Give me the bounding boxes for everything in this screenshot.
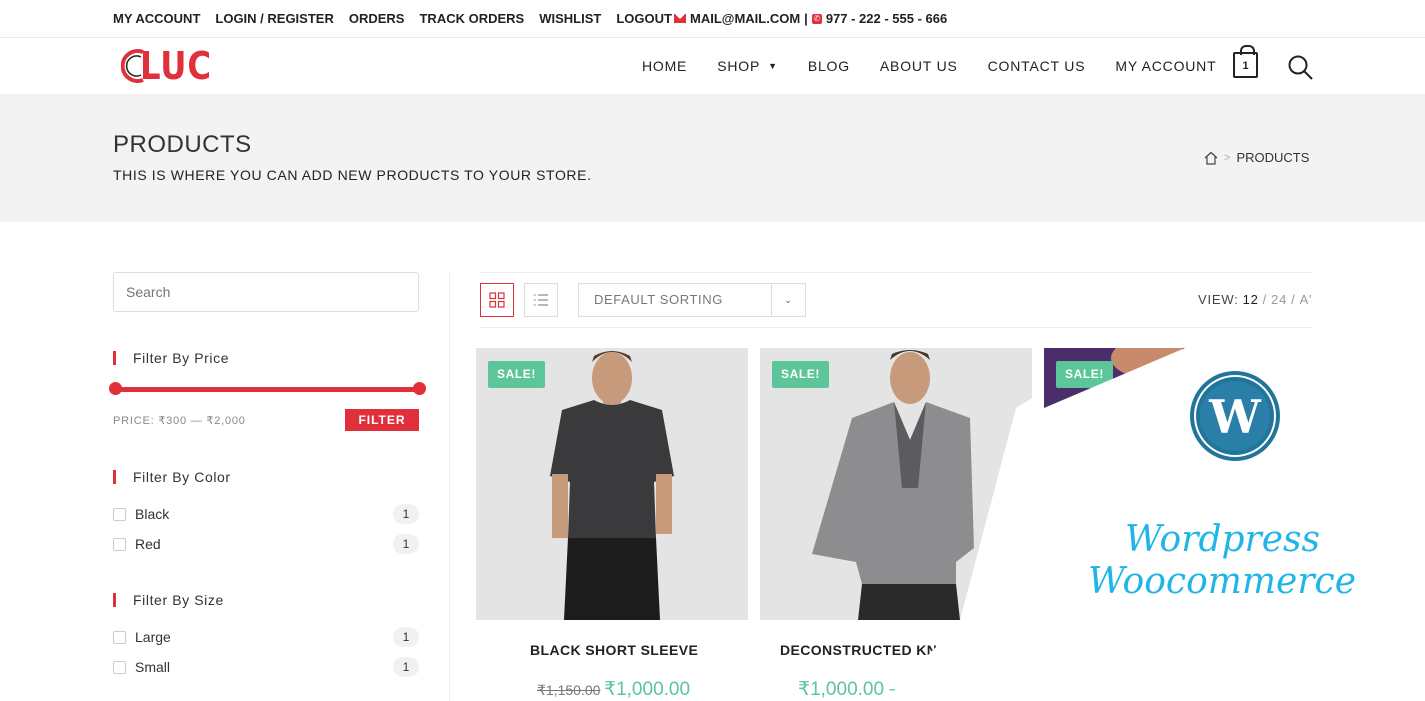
price-slider-min-handle[interactable] — [109, 382, 122, 395]
home-icon[interactable] — [1204, 151, 1218, 165]
grid-view-button[interactable] — [480, 283, 514, 317]
nav-about-label: ABOUT US — [879, 58, 958, 74]
sidebar-search-input[interactable] — [113, 272, 419, 312]
size-large-checkbox[interactable] — [113, 630, 126, 644]
chevron-down-icon: ⌄ — [771, 284, 805, 316]
list-icon — [534, 294, 548, 306]
site-header: LUC HOME SHOP ▼ BLOG ABOUT US CONTACT US … — [0, 38, 1425, 94]
color-black-label: Black — [135, 506, 170, 522]
nav-blog[interactable]: BLOG — [808, 58, 850, 74]
search-icon[interactable] — [1287, 54, 1313, 80]
nav-home[interactable]: HOME — [642, 58, 687, 74]
product-image-black-tshirt[interactable]: SALE! — [476, 348, 748, 620]
overlay-line-woocommerce: Woocommerce — [1088, 561, 1356, 602]
nav-shop-label: SHOP — [717, 58, 761, 74]
contact-divider: | — [804, 11, 808, 26]
chevron-down-icon: ▼ — [768, 61, 778, 71]
sale-badge: SALE! — [772, 361, 829, 388]
overlay-line-wordpress: Wordpress — [1125, 519, 1320, 560]
size-small-count: 1 — [393, 657, 419, 677]
contact-email[interactable]: MAIL@MAIL.COM — [690, 11, 800, 26]
top-link-orders[interactable]: ORDERS — [349, 11, 405, 26]
nav-account-label: MY ACCOUNT — [1115, 58, 1217, 74]
main-nav: HOME SHOP ▼ BLOG ABOUT US CONTACT US MY A… — [642, 58, 1216, 74]
toolbar-top-border — [480, 272, 1313, 273]
top-link-track-orders[interactable]: TRACK ORDERS — [419, 11, 524, 26]
view-option-all[interactable]: A' — [1300, 292, 1313, 307]
breadcrumb: > PRODUCTS — [1204, 150, 1309, 165]
nav-home-label: HOME — [642, 58, 688, 74]
filter-by-size-title: Filter By Size — [113, 593, 224, 607]
top-link-wishlist[interactable]: WISHLIST — [539, 11, 601, 26]
color-red-checkbox[interactable] — [113, 537, 126, 551]
sale-badge: SALE! — [488, 361, 545, 388]
nav-contact-label: CONTACT US — [987, 58, 1086, 74]
logo-text[interactable]: LUC — [140, 44, 212, 88]
size-small-checkbox[interactable] — [113, 660, 126, 674]
price-slider-track[interactable] — [115, 387, 419, 392]
color-option-black[interactable]: Black 1 — [113, 504, 419, 524]
cart-icon[interactable]: 1 — [1233, 45, 1258, 78]
sorting-value: DEFAULT SORTING — [594, 292, 723, 307]
svg-text:W: W — [1208, 390, 1262, 444]
nav-shop[interactable]: SHOP ▼ — [717, 58, 778, 74]
filter-by-color-title: Filter By Color — [113, 470, 231, 484]
breadcrumb-current: PRODUCTS — [1236, 150, 1310, 165]
nav-about-us[interactable]: ABOUT US — [880, 58, 958, 74]
content-divider — [449, 272, 450, 701]
page-subtitle: THIS IS WHERE YOU CAN ADD NEW PRODUCTS T… — [113, 167, 592, 183]
color-option-red[interactable]: Red 1 — [113, 534, 419, 554]
top-bar: MY ACCOUNT LOGIN / REGISTER ORDERS TRACK… — [0, 0, 1425, 38]
page-header-band: PRODUCTS THIS IS WHERE YOU CAN ADD NEW P… — [0, 94, 1425, 222]
woocommerce-promo-overlay: W Wordpress Woocommerce — [895, 348, 1425, 701]
top-link-logout[interactable]: LOGOUT — [616, 11, 672, 26]
view-separator-1: / — [1262, 292, 1268, 307]
top-contact: MAIL@MAIL.COM | ✆ 977 - 222 - 555 - 666 — [674, 11, 947, 26]
grid-icon — [489, 292, 505, 308]
view-count-selector: VIEW: 12 / 24 / A' — [1198, 292, 1312, 307]
page-title: PRODUCTS — [113, 131, 252, 158]
contact-phone: 977 - 222 - 555 - 666 — [825, 11, 948, 26]
color-black-checkbox[interactable] — [113, 507, 126, 521]
product-price-1: ₹1,000.00 — [604, 679, 691, 700]
view-option-12[interactable]: 12 — [1243, 292, 1259, 307]
size-option-small[interactable]: Small 1 — [113, 657, 419, 677]
color-red-label: Red — [135, 536, 161, 552]
price-range-label: PRICE: ₹300 — ₹2,000 — [113, 415, 246, 427]
view-label: VIEW: — [1198, 292, 1239, 307]
view-option-24[interactable]: 24 — [1271, 292, 1287, 307]
price-slider-max-handle[interactable] — [413, 382, 426, 395]
top-link-my-account[interactable]: MY ACCOUNT — [113, 11, 200, 26]
top-link-login-register[interactable]: LOGIN / REGISTER — [215, 11, 333, 26]
size-large-label: Large — [135, 629, 171, 645]
nav-contact-us[interactable]: CONTACT US — [988, 58, 1086, 74]
wordpress-logo-icon: W — [1190, 371, 1280, 461]
size-option-large[interactable]: Large 1 — [113, 627, 419, 647]
sorting-select[interactable]: DEFAULT SORTING ⌄ — [578, 283, 806, 317]
size-small-label: Small — [135, 659, 171, 675]
tshirt-model-image — [476, 348, 748, 620]
color-black-count: 1 — [393, 504, 419, 524]
view-separator-2: / — [1291, 292, 1296, 307]
color-red-count: 1 — [393, 534, 419, 554]
product-title-1[interactable]: BLACK SHORT SLEEVE — [530, 642, 698, 658]
cart-count: 1 — [1242, 60, 1249, 72]
list-view-button[interactable] — [524, 283, 558, 317]
nav-blog-label: BLOG — [807, 58, 850, 74]
toolbar-bottom-border — [480, 327, 1313, 328]
breadcrumb-separator: > — [1224, 151, 1231, 164]
phone-icon: ✆ — [811, 13, 822, 24]
size-large-count: 1 — [393, 627, 419, 647]
filter-button[interactable]: FILTER — [345, 409, 419, 431]
mail-icon — [674, 14, 686, 23]
filter-by-price-title: Filter By Price — [113, 351, 229, 365]
top-links: MY ACCOUNT LOGIN / REGISTER ORDERS TRACK… — [113, 11, 672, 26]
product-old-price-1: ₹1,150.00 — [537, 682, 601, 698]
nav-my-account[interactable]: MY ACCOUNT — [1115, 58, 1216, 74]
